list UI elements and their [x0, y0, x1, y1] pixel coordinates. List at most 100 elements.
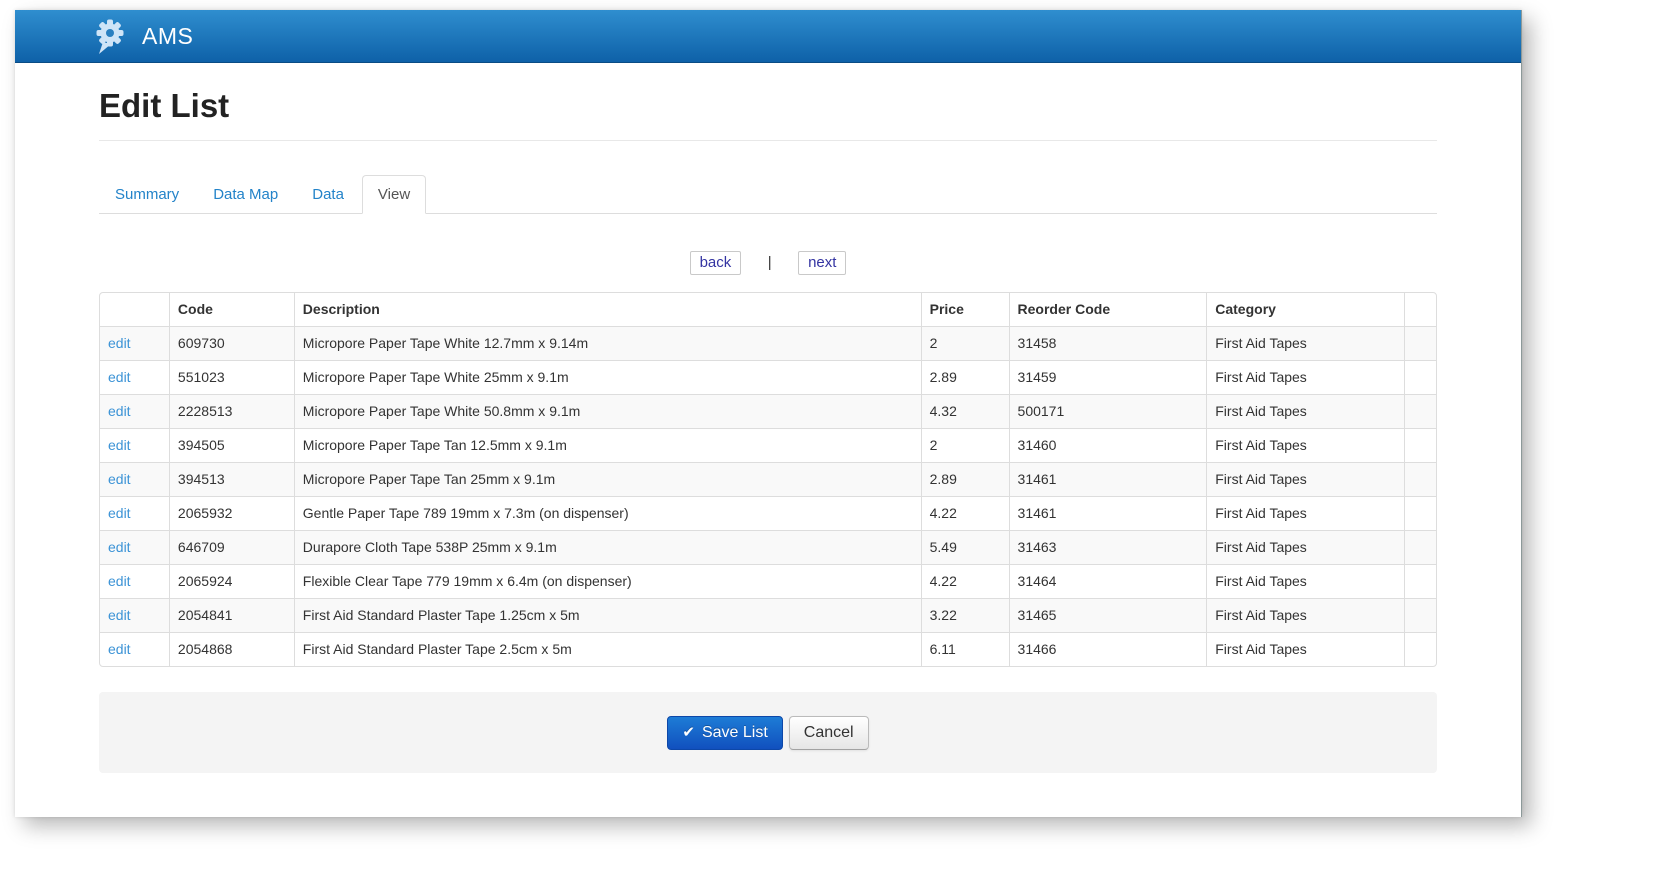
- reorder-code-cell: 31459: [1008, 360, 1207, 394]
- table-row: edit 394513 Micropore Paper Tape Tan 25m…: [100, 462, 1436, 496]
- brand-label: AMS: [142, 22, 194, 49]
- cancel-button[interactable]: Cancel: [788, 715, 869, 750]
- category-cell: First Aid Tapes: [1206, 394, 1404, 428]
- next-button[interactable]: next: [798, 251, 847, 275]
- tab-view-link[interactable]: View: [361, 175, 427, 214]
- table-header-row: Code Description Price Reorder Code Cate…: [100, 293, 1436, 326]
- header-category: Category: [1206, 293, 1404, 326]
- spacer-cell: [1403, 428, 1436, 462]
- app-window: AMS Edit List Summary Data Map Data View…: [15, 10, 1522, 817]
- table-body: edit 609730 Micropore Paper Tape White 1…: [100, 326, 1436, 666]
- save-list-label: Save List: [701, 723, 768, 741]
- reorder-code-cell: 500171: [1008, 394, 1207, 428]
- description-cell: First Aid Standard Plaster Tape 1.25cm x…: [293, 598, 921, 632]
- table-row: edit 2065924 Flexible Clear Tape 779 19m…: [100, 564, 1436, 598]
- price-cell: 4.22: [920, 564, 1009, 598]
- price-cell: 2.89: [920, 462, 1009, 496]
- title-divider: [99, 140, 1437, 141]
- price-cell: 4.32: [920, 394, 1009, 428]
- price-cell: 2: [920, 326, 1009, 360]
- tab-view: View: [361, 175, 427, 214]
- price-cell: 4.22: [920, 496, 1009, 530]
- reorder-code-cell: 31465: [1008, 598, 1207, 632]
- save-list-button[interactable]: ✔ Save List: [667, 715, 783, 750]
- reorder-code-cell: 31458: [1008, 326, 1207, 360]
- page-title: Edit List: [99, 87, 230, 124]
- table-row: edit 2054841 First Aid Standard Plaster …: [100, 598, 1436, 632]
- description-cell: Flexible Clear Tape 779 19mm x 6.4m (on …: [293, 564, 921, 598]
- back-button[interactable]: back: [689, 251, 742, 275]
- spacer-cell: [1403, 632, 1436, 666]
- code-cell: 2228513: [168, 394, 294, 428]
- header-price: Price: [920, 293, 1009, 326]
- header-code: Code: [168, 293, 294, 326]
- navbar: AMS: [15, 10, 1521, 63]
- edit-link[interactable]: edit: [108, 471, 131, 487]
- price-cell: 6.11: [920, 632, 1009, 666]
- pager-separator: |: [767, 254, 772, 271]
- reorder-code-cell: 31463: [1008, 530, 1207, 564]
- description-cell: Micropore Paper Tape White 50.8mm x 9.1m: [293, 394, 921, 428]
- brand-link[interactable]: AMS: [91, 16, 193, 56]
- header-edit: [100, 293, 169, 326]
- category-cell: First Aid Tapes: [1206, 632, 1404, 666]
- reorder-code-cell: 31461: [1008, 462, 1207, 496]
- category-cell: First Aid Tapes: [1206, 428, 1404, 462]
- spacer-cell: [1403, 462, 1436, 496]
- category-cell: First Aid Tapes: [1206, 462, 1404, 496]
- table-row: edit 2228513 Micropore Paper Tape White …: [100, 394, 1436, 428]
- category-cell: First Aid Tapes: [1206, 564, 1404, 598]
- table-row: edit 2054868 First Aid Standard Plaster …: [100, 632, 1436, 666]
- items-table: Code Description Price Reorder Code Cate…: [99, 292, 1437, 667]
- edit-link[interactable]: edit: [108, 369, 131, 385]
- description-cell: First Aid Standard Plaster Tape 2.5cm x …: [293, 632, 921, 666]
- table-row: edit 2065932 Gentle Paper Tape 789 19mm …: [100, 496, 1436, 530]
- spacer-cell: [1403, 326, 1436, 360]
- price-cell: 2: [920, 428, 1009, 462]
- description-cell: Durapore Cloth Tape 538P 25mm x 9.1m: [293, 530, 921, 564]
- code-cell: 2054841: [168, 598, 294, 632]
- edit-link[interactable]: edit: [108, 505, 131, 521]
- reorder-code-cell: 31461: [1008, 496, 1207, 530]
- edit-link[interactable]: edit: [108, 641, 131, 657]
- form-actions-bar: ✔ Save List Cancel: [99, 692, 1437, 773]
- category-cell: First Aid Tapes: [1206, 530, 1404, 564]
- edit-link[interactable]: edit: [108, 607, 131, 623]
- edit-link[interactable]: edit: [108, 573, 131, 589]
- code-cell: 609730: [168, 326, 294, 360]
- code-cell: 551023: [168, 360, 294, 394]
- tab-data: Data: [296, 175, 360, 214]
- description-cell: Micropore Paper Tape White 25mm x 9.1m: [293, 360, 921, 394]
- description-cell: Micropore Paper Tape Tan 12.5mm x 9.1m: [293, 428, 921, 462]
- category-cell: First Aid Tapes: [1206, 360, 1404, 394]
- spacer-cell: [1403, 360, 1436, 394]
- spacer-cell: [1403, 564, 1436, 598]
- price-cell: 5.49: [920, 530, 1009, 564]
- edit-link[interactable]: edit: [108, 539, 131, 555]
- edit-link[interactable]: edit: [108, 437, 131, 453]
- pager: back | next: [99, 251, 1437, 275]
- code-cell: 394505: [168, 428, 294, 462]
- tab-summary: Summary: [99, 175, 195, 214]
- price-cell: 2.89: [920, 360, 1009, 394]
- table-row: edit 609730 Micropore Paper Tape White 1…: [100, 326, 1436, 360]
- edit-link[interactable]: edit: [108, 335, 131, 351]
- category-cell: First Aid Tapes: [1206, 598, 1404, 632]
- header-description: Description: [293, 293, 921, 326]
- category-cell: First Aid Tapes: [1206, 496, 1404, 530]
- spacer-cell: [1403, 598, 1436, 632]
- tab-data-map: Data Map: [197, 175, 294, 214]
- edit-link[interactable]: edit: [108, 403, 131, 419]
- tab-data-link[interactable]: Data: [296, 175, 360, 214]
- header-spacer: [1403, 293, 1436, 326]
- code-cell: 2054868: [168, 632, 294, 666]
- tab-summary-link[interactable]: Summary: [99, 175, 195, 214]
- code-cell: 2065924: [168, 564, 294, 598]
- reorder-code-cell: 31460: [1008, 428, 1207, 462]
- check-icon: ✔: [682, 723, 695, 741]
- reorder-code-cell: 31466: [1008, 632, 1207, 666]
- table-row: edit 394505 Micropore Paper Tape Tan 12.…: [100, 428, 1436, 462]
- description-cell: Gentle Paper Tape 789 19mm x 7.3m (on di…: [293, 496, 921, 530]
- price-cell: 3.22: [920, 598, 1009, 632]
- tab-data-map-link[interactable]: Data Map: [197, 175, 294, 214]
